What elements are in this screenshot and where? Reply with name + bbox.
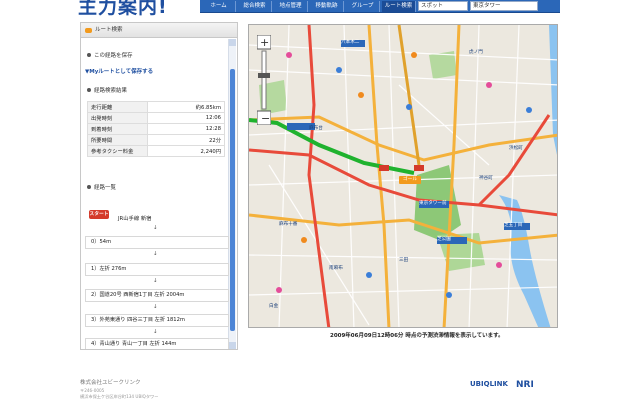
sidebar-header: ルート検索	[81, 23, 237, 38]
start-point-text: JR山手線 新宿	[118, 216, 152, 222]
svg-text:+: +	[260, 36, 269, 49]
table-row: 走行距離 約6.85km	[87, 101, 225, 113]
result-value-distance: 約6.85km	[147, 101, 225, 113]
map-label: 浜松町	[509, 146, 523, 151]
footer-address-line2: 横浜市保土ケ谷区岸谷町134 UBIQタワー	[80, 394, 159, 399]
result-label-departure: 出発時刻	[87, 112, 148, 124]
route-step[interactable]: 3）外苑東通り 四谷三丁目 左折 1812m	[85, 314, 229, 327]
goal-marker: ゴール	[399, 176, 421, 184]
footer-company: 株式会社ユビークリンク	[80, 380, 141, 386]
tab-general-search[interactable]: 総合検索	[238, 1, 272, 12]
map-label: 神谷町	[479, 176, 493, 181]
sidebar-scrollbar[interactable]	[228, 39, 236, 349]
map-label: 麻布十番	[279, 222, 298, 227]
site-logo[interactable]: 主力案内!	[78, 0, 168, 19]
sidebar-title: ルート検索	[95, 27, 123, 33]
map-label: 芝五丁目	[504, 223, 523, 228]
result-label-duration: 所要時間	[87, 134, 148, 146]
map-label: 六本木二	[341, 40, 360, 45]
tab-group[interactable]: グループ	[346, 1, 380, 12]
route-results-table: 走行距離 約6.85km 出発時刻 12:06 到着時刻 12:28 所要時間 22分 …	[87, 101, 225, 157]
table-row: 参考タクシー料金 2,240円	[87, 145, 225, 157]
results-section-title: 経路検索結果	[87, 86, 127, 94]
map-label: 東京タワー前	[419, 201, 447, 206]
footer-address: 〒246-0005 横浜市保土ケ谷区岸谷町134 UBIQタワー	[80, 388, 158, 400]
table-row: 所要時間 22分	[87, 134, 225, 146]
down-arrow-icon: ↓	[153, 329, 158, 335]
route-sidebar: ルート検索 この経路を保存 ▼Myルートとして保存する 経路検索結果 走行距離約…	[80, 22, 238, 350]
footer: 株式会社ユビークリンク 〒246-0005 横浜市保土ケ谷区岸谷町134 UBI…	[80, 378, 158, 400]
result-value-duration: 22分	[147, 134, 225, 146]
tab-spot-management[interactable]: 地点管理	[274, 1, 308, 12]
search-category-select[interactable]: スポット	[418, 1, 468, 11]
route-map[interactable]: + − 六本木二 麻布台 東京タワー前 虎ノ門 神谷町 三田 芝公園 麻布十番 …	[248, 24, 558, 328]
tab-route-search[interactable]: ルート検索	[382, 1, 416, 12]
map-label: 白金	[269, 304, 279, 309]
bullet-icon	[87, 53, 91, 57]
zoom-control[interactable]: + −	[257, 35, 271, 125]
map-label: 三田	[399, 258, 409, 263]
result-value-arrival: 12:28	[147, 123, 225, 135]
result-label-taxi-fare: 参考タクシー料金	[87, 145, 148, 157]
route-step[interactable]: 4）青山通り 青山一丁目 左折 144m	[85, 338, 229, 349]
top-navigation: ホーム 総合検索 地点管理 移動軌跡 グループ ルート検索 スポット 東京タワー	[200, 0, 560, 13]
route-marker-icon	[414, 165, 424, 171]
result-value-departure: 12:06	[147, 112, 225, 124]
save-section-title: この経路を保存	[87, 51, 133, 59]
results-section-label: 経路検索結果	[94, 88, 128, 94]
route-step[interactable]: 0）54m	[85, 236, 229, 249]
search-input[interactable]: 東京タワー	[470, 1, 538, 11]
down-arrow-icon: ↓	[153, 304, 158, 310]
bullet-icon	[87, 185, 91, 189]
route-step[interactable]: 2）国道20号 西新宿1丁目 左折 2004m	[85, 289, 229, 302]
save-section-label: この経路を保存	[94, 53, 133, 59]
list-section-label: 経路一覧	[94, 185, 117, 191]
svg-text:−: −	[261, 112, 270, 125]
car-icon	[85, 28, 92, 33]
start-flag-icon: スタート	[89, 210, 109, 219]
ubiqlink-logo[interactable]: UBIQLINK	[470, 380, 508, 388]
nri-logo[interactable]: NRI	[516, 380, 534, 390]
scroll-up-arrow[interactable]	[229, 39, 236, 46]
map-label: 南麻布	[329, 266, 343, 271]
tab-home[interactable]: ホーム	[202, 1, 236, 12]
page: { "header": { "logo_text": "主力案内!", "tab…	[0, 0, 640, 400]
scroll-down-arrow[interactable]	[229, 342, 236, 349]
map-label: 麻布台	[309, 126, 323, 131]
table-row: 出発時刻 12:06	[87, 112, 225, 124]
table-row: 到着時刻 12:28	[87, 123, 225, 135]
result-label-arrival: 到着時刻	[87, 123, 148, 135]
bullet-icon	[87, 88, 91, 92]
map-label: 虎ノ門	[469, 50, 483, 55]
save-my-route-link[interactable]: ▼Myルートとして保存する	[85, 67, 153, 75]
tab-movement-trail[interactable]: 移動軌跡	[310, 1, 344, 12]
scroll-thumb[interactable]	[230, 69, 235, 331]
result-value-taxi-fare: 2,240円	[147, 145, 225, 157]
map-label: 芝公園	[437, 237, 451, 242]
down-arrow-icon: ↓	[153, 251, 158, 257]
traffic-forecast-caption: 2009年06月09日12時06分 時点の予測渋滞情報を表示しています。	[330, 333, 504, 339]
down-arrow-icon: ↓	[153, 278, 158, 284]
route-marker-icon	[379, 165, 389, 171]
route-step[interactable]: 1）左折 276m	[85, 263, 229, 276]
down-arrow-icon: ↓	[153, 225, 158, 231]
result-label-distance: 走行距離	[87, 101, 148, 113]
list-section-title: 経路一覧	[87, 183, 116, 191]
